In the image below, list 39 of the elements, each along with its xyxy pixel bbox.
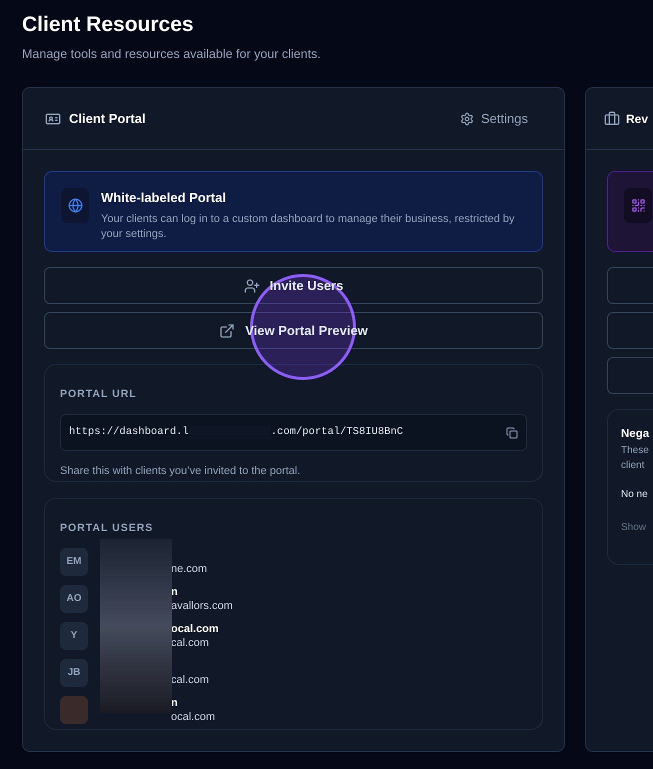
user-email: ocal.com	[171, 710, 216, 724]
add-user-icon	[244, 278, 260, 294]
user-email: cal.com	[171, 636, 210, 650]
external-link-icon	[219, 322, 236, 338]
avatar-initials: JB	[60, 658, 88, 686]
footer-link[interactable]: Show	[621, 520, 646, 536]
url-text: .com/portal/TS8IU8BnC	[270, 424, 404, 440]
id-card-icon	[45, 110, 61, 126]
page-title: Client Resources	[22, 12, 194, 38]
copy-icon[interactable]	[506, 426, 518, 438]
url-hint: Share this with clients you’ve invited to the portal.	[60, 464, 300, 479]
globe-icon	[68, 198, 82, 213]
panel-description: These	[621, 444, 649, 458]
settings-button[interactable]: Settings	[460, 108, 528, 128]
user-name: ocal.com	[171, 622, 219, 636]
avatar-initials: EM	[60, 548, 88, 576]
panel-description: client	[621, 459, 644, 474]
user-name: n	[171, 696, 179, 710]
photo-placeholder	[60, 696, 88, 724]
url-text: https://dashboard.l	[69, 424, 189, 440]
section-heading: PORTAL URL	[60, 387, 137, 402]
briefcase-icon	[604, 110, 620, 126]
page-subtitle: Manage tools and resources available for your clients.	[22, 46, 321, 63]
info-title: White-labeled Portal	[101, 189, 227, 207]
panel-title: Nega	[621, 427, 650, 442]
user-name: n	[171, 585, 179, 599]
user-email: cal.com	[171, 673, 209, 687]
info-description: Your clients can log in to a custom dashboard to manage their business, restricted by your settings.	[101, 212, 516, 242]
settings-icon	[460, 112, 474, 126]
section-heading: PORTAL USERS	[60, 521, 154, 536]
user-email: ne.com	[171, 562, 208, 576]
url-field[interactable]: https://dashboard.l .com/portal/TS8IU8BnC	[60, 414, 527, 451]
avatar-initials: AO	[60, 584, 88, 612]
qr-code-icon	[630, 198, 646, 213]
avatar-initials: Y	[60, 622, 88, 650]
card-title: Rev	[626, 110, 648, 128]
empty-message: No ne	[621, 488, 648, 502]
card-title: Client Portal	[69, 110, 146, 128]
user-email: avallors.com	[171, 599, 233, 613]
